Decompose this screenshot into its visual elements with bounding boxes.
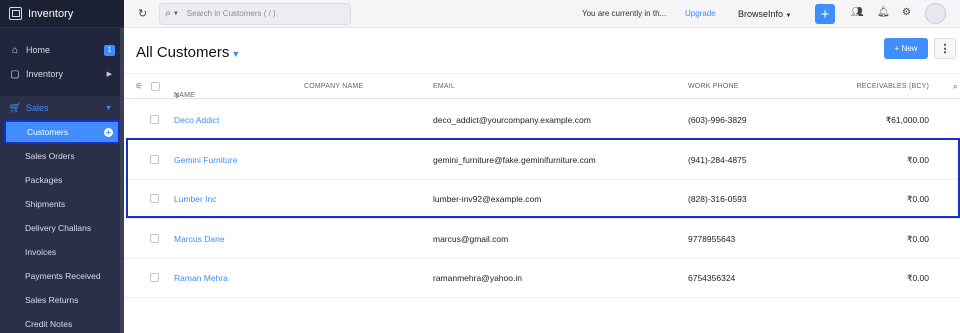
phone-cell: 9778955643 xyxy=(688,234,736,244)
phone-cell: 6754356324 xyxy=(688,273,736,283)
sidebar-item-sales[interactable]: 🛒︎ Sales ▼ xyxy=(0,96,124,120)
sidebar-item-sales-returns[interactable]: Sales Returns xyxy=(0,288,124,312)
phone-cell: (603)-996-3829 xyxy=(688,115,747,125)
phone-cell: (941)-284-4875 xyxy=(688,155,747,165)
inventory-logo-icon xyxy=(9,7,22,20)
customer-name-link[interactable]: Deco Addict xyxy=(174,115,219,125)
sidebar-item-label: Customers xyxy=(27,127,69,137)
sidebar-item-label: Home xyxy=(26,45,51,55)
receivables-cell: ₹0.00 xyxy=(907,234,929,244)
table-row[interactable]: Deco Addict deco_addict@yourcompany.exam… xyxy=(124,100,960,140)
sidebar-item-credit-notes[interactable]: Credit Notes xyxy=(0,312,124,333)
column-header-email[interactable]: EMAIL xyxy=(433,83,455,90)
upgrade-link[interactable]: Upgrade xyxy=(685,9,716,18)
email-cell: deco_addict@yourcompany.example.com xyxy=(433,115,591,125)
more-options-button[interactable]: ⋮ xyxy=(934,38,956,59)
receivables-cell: ₹0.00 xyxy=(907,155,929,165)
receivables-cell: ₹0.00 xyxy=(907,194,929,204)
sidebar-item-packages[interactable]: Packages xyxy=(0,168,124,192)
column-header-phone[interactable]: WORK PHONE xyxy=(688,83,739,90)
app-title: Inventory xyxy=(28,7,74,20)
chevron-down-icon: ▼ xyxy=(105,104,112,112)
box-icon: ▢ xyxy=(10,68,20,80)
table-row[interactable]: Raman Mehra ramanmehra@yahoo.in 67543563… xyxy=(124,258,960,298)
sidebar-item-label: Packages xyxy=(25,175,63,185)
organization-switcher[interactable]: BrowseInfo ▼ xyxy=(738,9,792,19)
column-settings-icon[interactable]: ⚟ xyxy=(135,81,143,92)
column-header-receivables[interactable]: RECEIVABLES (BCY) xyxy=(856,83,929,90)
search-icon[interactable]: ⌕ xyxy=(953,81,958,92)
sidebar-item-inventory[interactable]: ▢ Inventory ▶ xyxy=(0,62,124,86)
search-icon: ⌕ xyxy=(165,8,171,19)
customer-name-link[interactable]: Marcus Dane xyxy=(174,234,225,244)
chevron-down-icon: ▼ xyxy=(231,49,241,59)
row-checkbox[interactable] xyxy=(150,194,159,203)
sidebar-item-delivery-challans[interactable]: Delivery Challans xyxy=(0,216,124,240)
top-bar: ↻ ⌕ ▼ Search in Customers ( / ) You are … xyxy=(124,0,960,28)
gear-icon[interactable]: ⚙ xyxy=(902,7,911,18)
customer-name-link[interactable]: Gemini Furniture xyxy=(174,155,237,165)
avatar[interactable] xyxy=(925,3,946,24)
app-header: Inventory xyxy=(0,0,124,28)
sidebar-item-label: Shipments xyxy=(25,199,66,209)
email-cell: gemini_furniture@fake.geminifurniture.co… xyxy=(433,155,596,165)
sidebar-item-shipments[interactable]: Shipments xyxy=(0,192,124,216)
add-customer-icon[interactable]: + xyxy=(104,127,113,137)
search-input[interactable]: ⌕ ▼ Search in Customers ( / ) xyxy=(159,2,352,25)
quick-create-button[interactable]: + xyxy=(815,4,835,24)
row-checkbox[interactable] xyxy=(150,234,159,243)
table-header: ⚟ NAME ⇕ COMPANY NAME EMAIL WORK PHONE R… xyxy=(124,73,960,100)
sidebar-item-customers[interactable]: Customers + xyxy=(4,120,120,144)
organization-name: BrowseInfo xyxy=(738,8,784,19)
sidebar-item-label: Credit Notes xyxy=(25,319,73,329)
sidebar-item-label: Sales Orders xyxy=(25,151,75,161)
sidebar-item-label: Payments Received xyxy=(25,271,101,281)
sidebar-item-label: Sales Returns xyxy=(25,295,79,305)
row-checkbox[interactable] xyxy=(150,115,159,124)
row-checkbox[interactable] xyxy=(150,273,159,282)
main-content: All Customers ▼ + New ⋮ ⚟ NAME ⇕ COMPANY … xyxy=(124,28,960,333)
customer-name-link[interactable]: Lumber Inc xyxy=(174,194,217,204)
home-icon: ⌂ xyxy=(11,44,19,56)
recent-history-icon[interactable]: ↻ xyxy=(138,7,147,20)
sidebar-item-label: Delivery Challans xyxy=(25,223,92,233)
select-all-checkbox[interactable] xyxy=(151,82,160,91)
table-row[interactable]: Marcus Dane marcus@gmail.com 9778955643 … xyxy=(124,219,960,259)
row-checkbox[interactable] xyxy=(150,155,159,164)
sidebar-item-home[interactable]: ⌂ Home 1 xyxy=(0,38,124,62)
email-cell: lumber-inv92@example.com xyxy=(433,194,542,204)
bell-icon[interactable]: 🔔︎ xyxy=(877,7,890,18)
notification-badge: 1 xyxy=(104,44,115,56)
table-row[interactable]: Lumber Inc lumber-inv92@example.com (828… xyxy=(124,179,960,219)
sidebar-item-label: Sales xyxy=(26,103,49,113)
sidebar-item-label: Inventory xyxy=(26,69,64,79)
sales-section: 🛒︎ Sales ▼ Customers + Sales Orders Pack… xyxy=(0,96,124,333)
receivables-cell: ₹0.00 xyxy=(907,273,929,283)
column-header-company[interactable]: COMPANY NAME xyxy=(304,83,363,90)
page-title[interactable]: All Customers ▼ xyxy=(136,44,240,61)
email-cell: ramanmehra@yahoo.in xyxy=(433,273,522,283)
chevron-right-icon: ▶ xyxy=(106,71,112,78)
new-button[interactable]: + New xyxy=(884,38,928,59)
sidebar-item-payments-received[interactable]: Payments Received xyxy=(0,264,124,288)
customer-name-link[interactable]: Raman Mehra xyxy=(174,273,228,283)
chevron-down-icon: ▼ xyxy=(785,12,792,19)
sidebar-item-invoices[interactable]: Invoices xyxy=(0,240,124,264)
users-icon[interactable]: 👥︎ xyxy=(851,7,864,18)
email-cell: marcus@gmail.com xyxy=(433,234,509,244)
sidebar-item-label: Invoices xyxy=(25,247,57,257)
sidebar: Inventory ⌂ Home 1 ▢ Inventory ▶ 🛒︎ Sale… xyxy=(0,0,124,333)
cart-icon: 🛒︎ xyxy=(8,102,22,114)
table-row[interactable]: Gemini Furniture gemini_furniture@fake.g… xyxy=(124,140,960,180)
sidebar-item-sales-orders[interactable]: Sales Orders xyxy=(0,144,124,168)
phone-cell: (828)-316-0593 xyxy=(688,194,747,204)
sort-icon: ⇕ xyxy=(174,93,181,100)
chevron-down-icon[interactable]: ▼ xyxy=(173,11,179,17)
receivables-cell: ₹61,000.00 xyxy=(885,115,929,125)
page-title-text: All Customers xyxy=(136,44,230,61)
search-placeholder: Search in Customers ( / ) xyxy=(186,9,276,18)
trial-info-text: You are currently in th... xyxy=(582,9,667,18)
